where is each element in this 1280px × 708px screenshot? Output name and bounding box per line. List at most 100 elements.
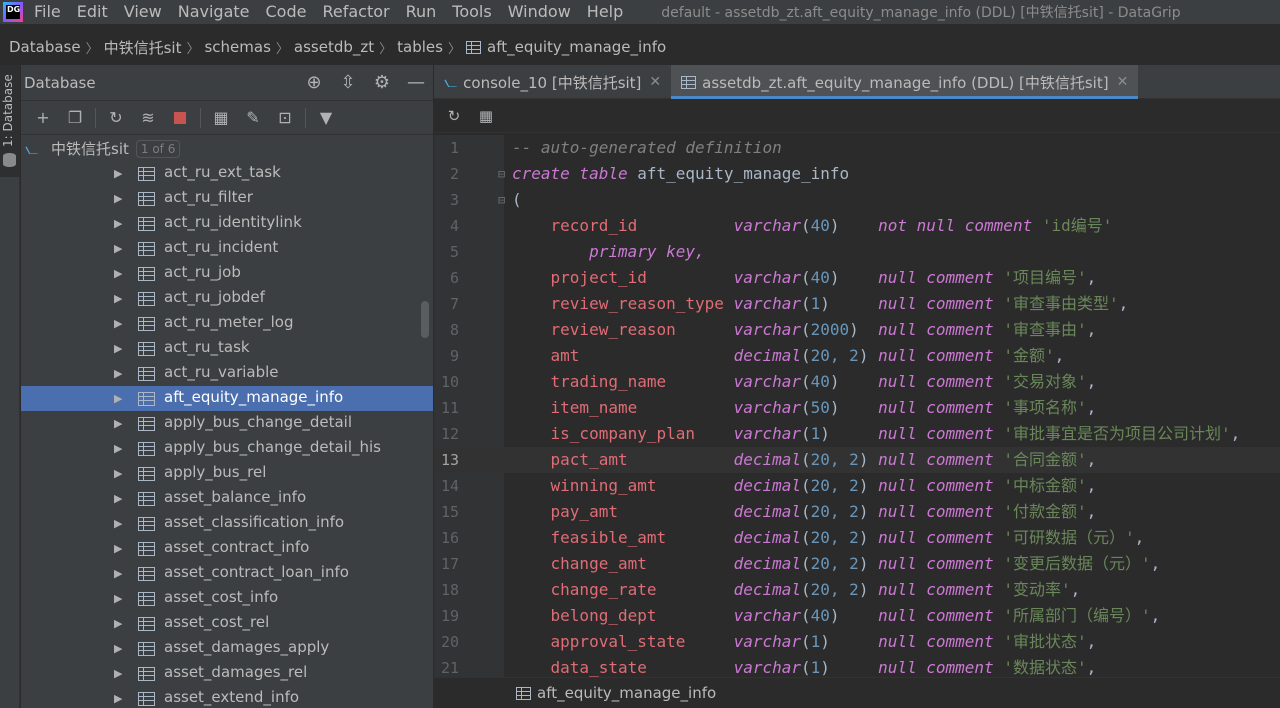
expand-arrow-icon[interactable]: ▶ xyxy=(114,592,122,605)
collapse-all-icon[interactable]: ⇳ xyxy=(331,72,365,93)
breadcrumb-schema[interactable]: assetdb_zt xyxy=(294,38,374,56)
duplicate-icon[interactable]: ❐ xyxy=(61,106,89,130)
tree-item-table[interactable]: ▶ apply_bus_rel xyxy=(21,461,433,486)
tree-item-table[interactable]: ▶ asset_cost_info xyxy=(21,586,433,611)
schema-count-badge[interactable]: 1 of 6 xyxy=(135,139,181,158)
code-editor[interactable]: 1 -- auto-generated definition 2 ⊟ create ta… xyxy=(434,135,1280,680)
datasource-node[interactable]: ⦦ 中铁信托sit 1 of 6 xyxy=(21,136,433,161)
expand-arrow-icon[interactable]: ▶ xyxy=(114,467,122,480)
breadcrumb-table[interactable]: aft_equity_manage_info xyxy=(487,38,666,56)
expand-arrow-icon[interactable]: ▶ xyxy=(114,242,122,255)
table-view-icon[interactable]: ▦ xyxy=(207,106,235,130)
expand-arrow-icon[interactable]: ▶ xyxy=(114,617,122,630)
column-args: 20, 2 xyxy=(810,554,859,573)
database-tool-tab[interactable]: 1: Database xyxy=(0,65,20,177)
tree-item-table[interactable]: ▶ asset_damages_apply xyxy=(21,636,433,661)
tree-item-table[interactable]: ▶ act_ru_task xyxy=(21,336,433,361)
sql-constraint: null comment xyxy=(878,450,994,469)
table-icon xyxy=(138,592,155,606)
tree-item-table[interactable]: ▶ asset_contract_loan_info xyxy=(21,561,433,586)
tree-item-table[interactable]: ▶ asset_damages_rel xyxy=(21,661,433,686)
menu-edit[interactable]: Edit xyxy=(69,0,116,24)
menu-run[interactable]: Run xyxy=(398,0,445,24)
refresh-icon[interactable]: ↻ xyxy=(442,104,466,128)
paren: ( xyxy=(801,580,811,599)
query-console-icon[interactable]: ⊡ xyxy=(271,106,299,130)
menu-file[interactable]: File xyxy=(32,0,69,24)
tree-item-table[interactable]: ▶ asset_extend_info xyxy=(21,686,433,708)
status-table-label[interactable]: aft_equity_manage_info xyxy=(537,684,716,702)
code-line: 5 primary key, xyxy=(434,239,1280,265)
tab-console[interactable]: ⦦ console_10 [中铁信托sit] ✕ xyxy=(434,65,671,99)
tree-item-table[interactable]: ▶ act_ru_job xyxy=(21,261,433,286)
code-line: 1 -- auto-generated definition xyxy=(434,135,1280,161)
expand-arrow-icon[interactable]: ▶ xyxy=(114,417,122,430)
tree-item-table[interactable]: ▶ act_ru_meter_log xyxy=(21,311,433,336)
paren: ( xyxy=(801,502,811,521)
tree-item-table[interactable]: ▶ apply_bus_change_detail_his xyxy=(21,436,433,461)
expand-arrow-icon[interactable]: ▶ xyxy=(114,367,122,380)
close-icon[interactable]: ✕ xyxy=(1117,74,1129,90)
menu-code[interactable]: Code xyxy=(258,0,315,24)
breadcrumb: Database 〉 中铁信托sit 〉 schemas 〉 assetdb_z… xyxy=(0,33,1280,61)
menu-view[interactable]: View xyxy=(116,0,170,24)
expand-arrow-icon[interactable]: ▶ xyxy=(114,317,122,330)
paren: ) xyxy=(858,346,869,365)
filter-icon[interactable]: ▼ xyxy=(312,106,340,130)
tree-item-table[interactable]: ▶ act_ru_ext_task xyxy=(21,161,433,186)
tree-item-table[interactable]: ▶ act_ru_identitylink xyxy=(21,211,433,236)
tree-item-table[interactable]: ▶ act_ru_incident xyxy=(21,236,433,261)
menu-refactor[interactable]: Refactor xyxy=(314,0,397,24)
menu-window[interactable]: Window xyxy=(500,0,579,24)
expand-arrow-icon[interactable]: ▶ xyxy=(114,542,122,555)
gear-icon[interactable]: ⚙ xyxy=(365,72,399,93)
hide-panel-icon[interactable]: — xyxy=(399,72,433,93)
expand-arrow-icon[interactable]: ▶ xyxy=(114,642,122,655)
menu-help[interactable]: Help xyxy=(579,0,631,24)
expand-arrow-icon[interactable]: ▶ xyxy=(114,392,122,405)
column-args: 2000 xyxy=(810,320,850,339)
line-number: 9 xyxy=(449,347,459,365)
schema-settings-icon[interactable]: ≋ xyxy=(134,106,162,130)
tree-item-table[interactable]: ▶ asset_balance_info xyxy=(21,486,433,511)
breadcrumb-database[interactable]: Database xyxy=(9,38,81,56)
expand-arrow-icon[interactable]: ▶ xyxy=(114,667,122,680)
breadcrumb-tables[interactable]: tables xyxy=(397,38,443,56)
tree-item-table[interactable]: ▶ asset_cost_rel xyxy=(21,611,433,636)
tree-item-table[interactable]: ▶ act_ru_filter xyxy=(21,186,433,211)
tree-item-table[interactable]: ▶ asset_classification_info xyxy=(21,511,433,536)
menu-tools[interactable]: Tools xyxy=(444,0,499,24)
expand-arrow-icon[interactable]: ▶ xyxy=(114,517,122,530)
tree-item-table[interactable]: ▶ aft_equity_manage_info xyxy=(21,386,433,411)
menu-navigate[interactable]: Navigate xyxy=(170,0,258,24)
table-view-icon[interactable]: ▦ xyxy=(474,104,498,128)
tab-ddl[interactable]: assetdb_zt.aft_equity_manage_info (DDL) … xyxy=(671,65,1139,99)
expand-arrow-icon[interactable]: ▶ xyxy=(114,267,122,280)
tree-scrollbar[interactable] xyxy=(421,301,429,338)
expand-arrow-icon[interactable]: ▶ xyxy=(114,492,122,505)
edit-icon[interactable]: ✎ xyxy=(239,106,267,130)
stop-icon[interactable] xyxy=(166,106,194,130)
expand-arrow-icon[interactable]: ▶ xyxy=(114,292,122,305)
close-icon[interactable]: ✕ xyxy=(649,74,661,90)
expand-arrow-icon[interactable]: ▶ xyxy=(114,442,122,455)
tree-item-table[interactable]: ▶ apply_bus_change_detail xyxy=(21,411,433,436)
add-icon[interactable]: + xyxy=(29,106,57,130)
tree-item-table[interactable]: ▶ act_ru_jobdef xyxy=(21,286,433,311)
refresh-icon[interactable]: ↻ xyxy=(102,106,130,130)
expand-arrow-icon[interactable]: ▶ xyxy=(114,692,122,705)
paren: ) xyxy=(829,398,840,417)
table-icon xyxy=(138,342,155,356)
expand-arrow-icon[interactable]: ▶ xyxy=(114,342,122,355)
expand-arrow-icon[interactable]: ▶ xyxy=(114,167,122,180)
sql-constraint: null comment xyxy=(878,658,994,677)
expand-arrow-icon[interactable]: ▶ xyxy=(114,192,122,205)
tree-item-table[interactable]: ▶ asset_contract_info xyxy=(21,536,433,561)
expand-arrow-icon[interactable]: ▶ xyxy=(114,217,122,230)
expand-arrow-icon[interactable]: ▶ xyxy=(114,567,122,580)
breadcrumb-schemas[interactable]: schemas xyxy=(204,38,270,56)
tree-item-table[interactable]: ▶ act_ru_variable xyxy=(21,361,433,386)
column-type: decimal xyxy=(733,346,801,365)
locate-icon[interactable]: ⊕ xyxy=(297,72,331,93)
breadcrumb-datasource[interactable]: 中铁信托sit xyxy=(104,37,182,58)
